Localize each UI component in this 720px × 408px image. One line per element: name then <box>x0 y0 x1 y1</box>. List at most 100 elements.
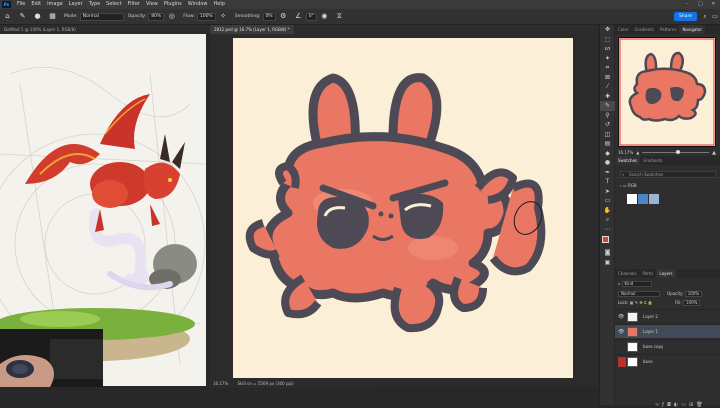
angle-input[interactable]: 0° <box>305 12 317 21</box>
tab-gradients[interactable]: Gradients <box>631 25 657 34</box>
layer-row-layer-1[interactable]: 👁 Layer 1 <box>615 324 720 338</box>
document-info[interactable]: Skill on = 5569 px (300 ppi) <box>238 381 294 386</box>
visibility-eye-icon[interactable]: 👁 <box>618 325 624 339</box>
tab-color[interactable]: Color <box>615 25 631 34</box>
path-selection-tool-icon[interactable]: ➤ <box>600 187 615 197</box>
screen-mode-icon[interactable]: ▣ <box>600 258 615 268</box>
tab-channels[interactable]: Channels <box>615 269 640 278</box>
smoothing-options-icon[interactable]: ⚙ <box>279 12 288 21</box>
menu-window[interactable]: Window <box>185 0 211 9</box>
photoshop-logo-icon: Ps <box>2 1 11 8</box>
layer-kind-select[interactable]: Kind <box>621 281 652 287</box>
home-icon[interactable]: ⌂ <box>3 12 12 21</box>
brush-settings-icon[interactable]: ▦ <box>48 12 57 21</box>
navigator-zoom-slider[interactable] <box>642 150 710 154</box>
type-tool-icon[interactable]: T <box>600 177 615 187</box>
tab-swatches[interactable]: Swatches <box>615 156 641 165</box>
zoom-tool-icon[interactable]: ⌕ <box>600 215 615 225</box>
mode-select[interactable]: Normal <box>79 12 124 21</box>
marquee-tool-icon[interactable]: ⬚ <box>600 35 615 45</box>
smoothing-input[interactable]: 0% <box>262 12 276 21</box>
brush-tool-active-icon[interactable]: ✎ <box>600 101 615 111</box>
swatch-white[interactable] <box>627 194 637 204</box>
pressure-size-icon[interactable]: ◉ <box>320 12 329 21</box>
magic-wand-tool-icon[interactable]: ✦ <box>600 54 615 64</box>
zoom-out-icon[interactable]: ▲ <box>636 150 639 155</box>
menu-filter[interactable]: Filter <box>125 0 143 9</box>
tab-paths[interactable]: Paths <box>640 269 657 278</box>
group-icon[interactable]: ▭ <box>681 402 689 408</box>
zoom-readout[interactable]: 16.17% <box>213 381 228 386</box>
history-brush-tool-icon[interactable]: ↺ <box>600 120 615 130</box>
swatch-blue[interactable] <box>638 194 648 204</box>
minimize-icon[interactable]: – <box>681 0 694 9</box>
layer-row-base-copy[interactable]: base copy <box>615 339 720 353</box>
layer-row-layer-2[interactable]: 👁 Layer 2 <box>615 309 720 323</box>
trash-icon[interactable]: 🗑 <box>696 402 705 408</box>
clone-stamp-tool-icon[interactable]: ⚲ <box>600 111 615 121</box>
pen-tool-icon[interactable]: ✒ <box>600 168 615 178</box>
brush-tool-icon[interactable]: ✎ <box>18 12 27 21</box>
search-icon[interactable]: ⌕ <box>700 13 710 21</box>
airbrush-icon[interactable]: ✧ <box>219 12 228 21</box>
tab-navigator[interactable]: Navigator <box>679 25 706 34</box>
brush-preset-icon[interactable]: ● <box>33 12 42 21</box>
menu-type[interactable]: Type <box>86 0 103 9</box>
menu-edit[interactable]: Edit <box>28 0 44 9</box>
hand-tool-icon[interactable]: ✋ <box>600 206 615 216</box>
crop-tool-icon[interactable]: ⌗ <box>600 63 615 73</box>
menu-help[interactable]: Help <box>211 0 228 9</box>
close-icon[interactable]: ✕ <box>707 0 720 9</box>
symmetry-icon[interactable]: ⧖ <box>335 12 344 21</box>
swatch-search-input[interactable]: Search Swatches <box>620 171 716 178</box>
navigator-zoom-value[interactable]: 16.17% <box>618 150 633 155</box>
visibility-eye-icon-hidden[interactable] <box>618 357 626 367</box>
zoom-in-icon[interactable]: ▲ <box>712 150 716 156</box>
rectangle-tool-icon[interactable]: ▭ <box>600 196 615 206</box>
color-swatches[interactable] <box>600 234 615 248</box>
menu-layer[interactable]: Layer <box>66 0 86 9</box>
menu-view[interactable]: View <box>143 0 161 9</box>
tab-document-2[interactable]: 2812.psd @ 16.7% (Layer 1, RGB/8) * <box>210 25 294 34</box>
navigator-thumbnail[interactable] <box>618 37 716 147</box>
maximize-icon[interactable]: □ <box>694 0 707 9</box>
fill-input[interactable]: 100% <box>682 300 701 306</box>
flow-input[interactable]: 100% <box>196 12 216 21</box>
mask-icon[interactable]: ◘ <box>667 402 674 408</box>
blend-mode-select[interactable]: Normal <box>618 291 660 297</box>
menu-image[interactable]: Image <box>44 0 66 9</box>
blur-tool-icon[interactable]: ◆ <box>600 149 615 159</box>
layer-opacity-input[interactable]: 100% <box>684 291 703 297</box>
lasso-tool-icon[interactable]: ᔕ <box>600 44 615 54</box>
tab-gradients-2[interactable]: Gradients <box>640 156 666 165</box>
healing-brush-tool-icon[interactable]: ✚ <box>600 92 615 102</box>
tab-patterns[interactable]: Patterns <box>657 25 679 34</box>
zoom-slider-knob[interactable] <box>675 150 680 154</box>
foreground-color[interactable] <box>602 236 609 243</box>
main-canvas[interactable] <box>233 38 573 378</box>
menu-plugins[interactable]: Plugins <box>161 0 185 9</box>
move-tool-icon[interactable]: ✥ <box>600 25 615 35</box>
opacity-input[interactable]: 80% <box>148 12 165 21</box>
menu-file[interactable]: File <box>14 0 28 9</box>
frame-tool-icon[interactable]: ⊠ <box>600 73 615 83</box>
pressure-opacity-icon[interactable]: ◎ <box>167 12 176 21</box>
swatch-light-blue[interactable] <box>649 194 659 204</box>
layer-row-base[interactable]: base <box>615 354 720 368</box>
layer-thumbnail <box>627 357 638 367</box>
swatch-folder-rgb[interactable]: › ▭ RGB <box>620 183 637 188</box>
lock-icons[interactable]: ▦ ✎ ✥ ⌗ 🔒 <box>630 300 653 305</box>
dodge-tool-icon[interactable]: ● <box>600 158 615 168</box>
more-tools-icon[interactable]: ⋯ <box>600 225 615 235</box>
tab-layers[interactable]: Layers <box>656 269 676 278</box>
visibility-eye-icon[interactable]: 👁 <box>618 310 624 324</box>
workspace-icon[interactable]: ▭ <box>710 13 720 20</box>
eyedropper-tool-icon[interactable]: ⁄ <box>600 82 615 92</box>
tab-document-1[interactable]: DotMod 1 @ 100% (Layer 1, RGB/8) <box>0 25 80 34</box>
eraser-tool-icon[interactable]: ◫ <box>600 130 615 140</box>
right-panels: Color Gradients Patterns Navigator 16.17… <box>615 25 720 408</box>
gradient-tool-icon[interactable]: ▤ <box>600 139 615 149</box>
share-button[interactable]: Share <box>674 12 697 21</box>
menu-select[interactable]: Select <box>103 0 124 9</box>
quick-mask-icon[interactable]: ◙ <box>600 248 615 258</box>
